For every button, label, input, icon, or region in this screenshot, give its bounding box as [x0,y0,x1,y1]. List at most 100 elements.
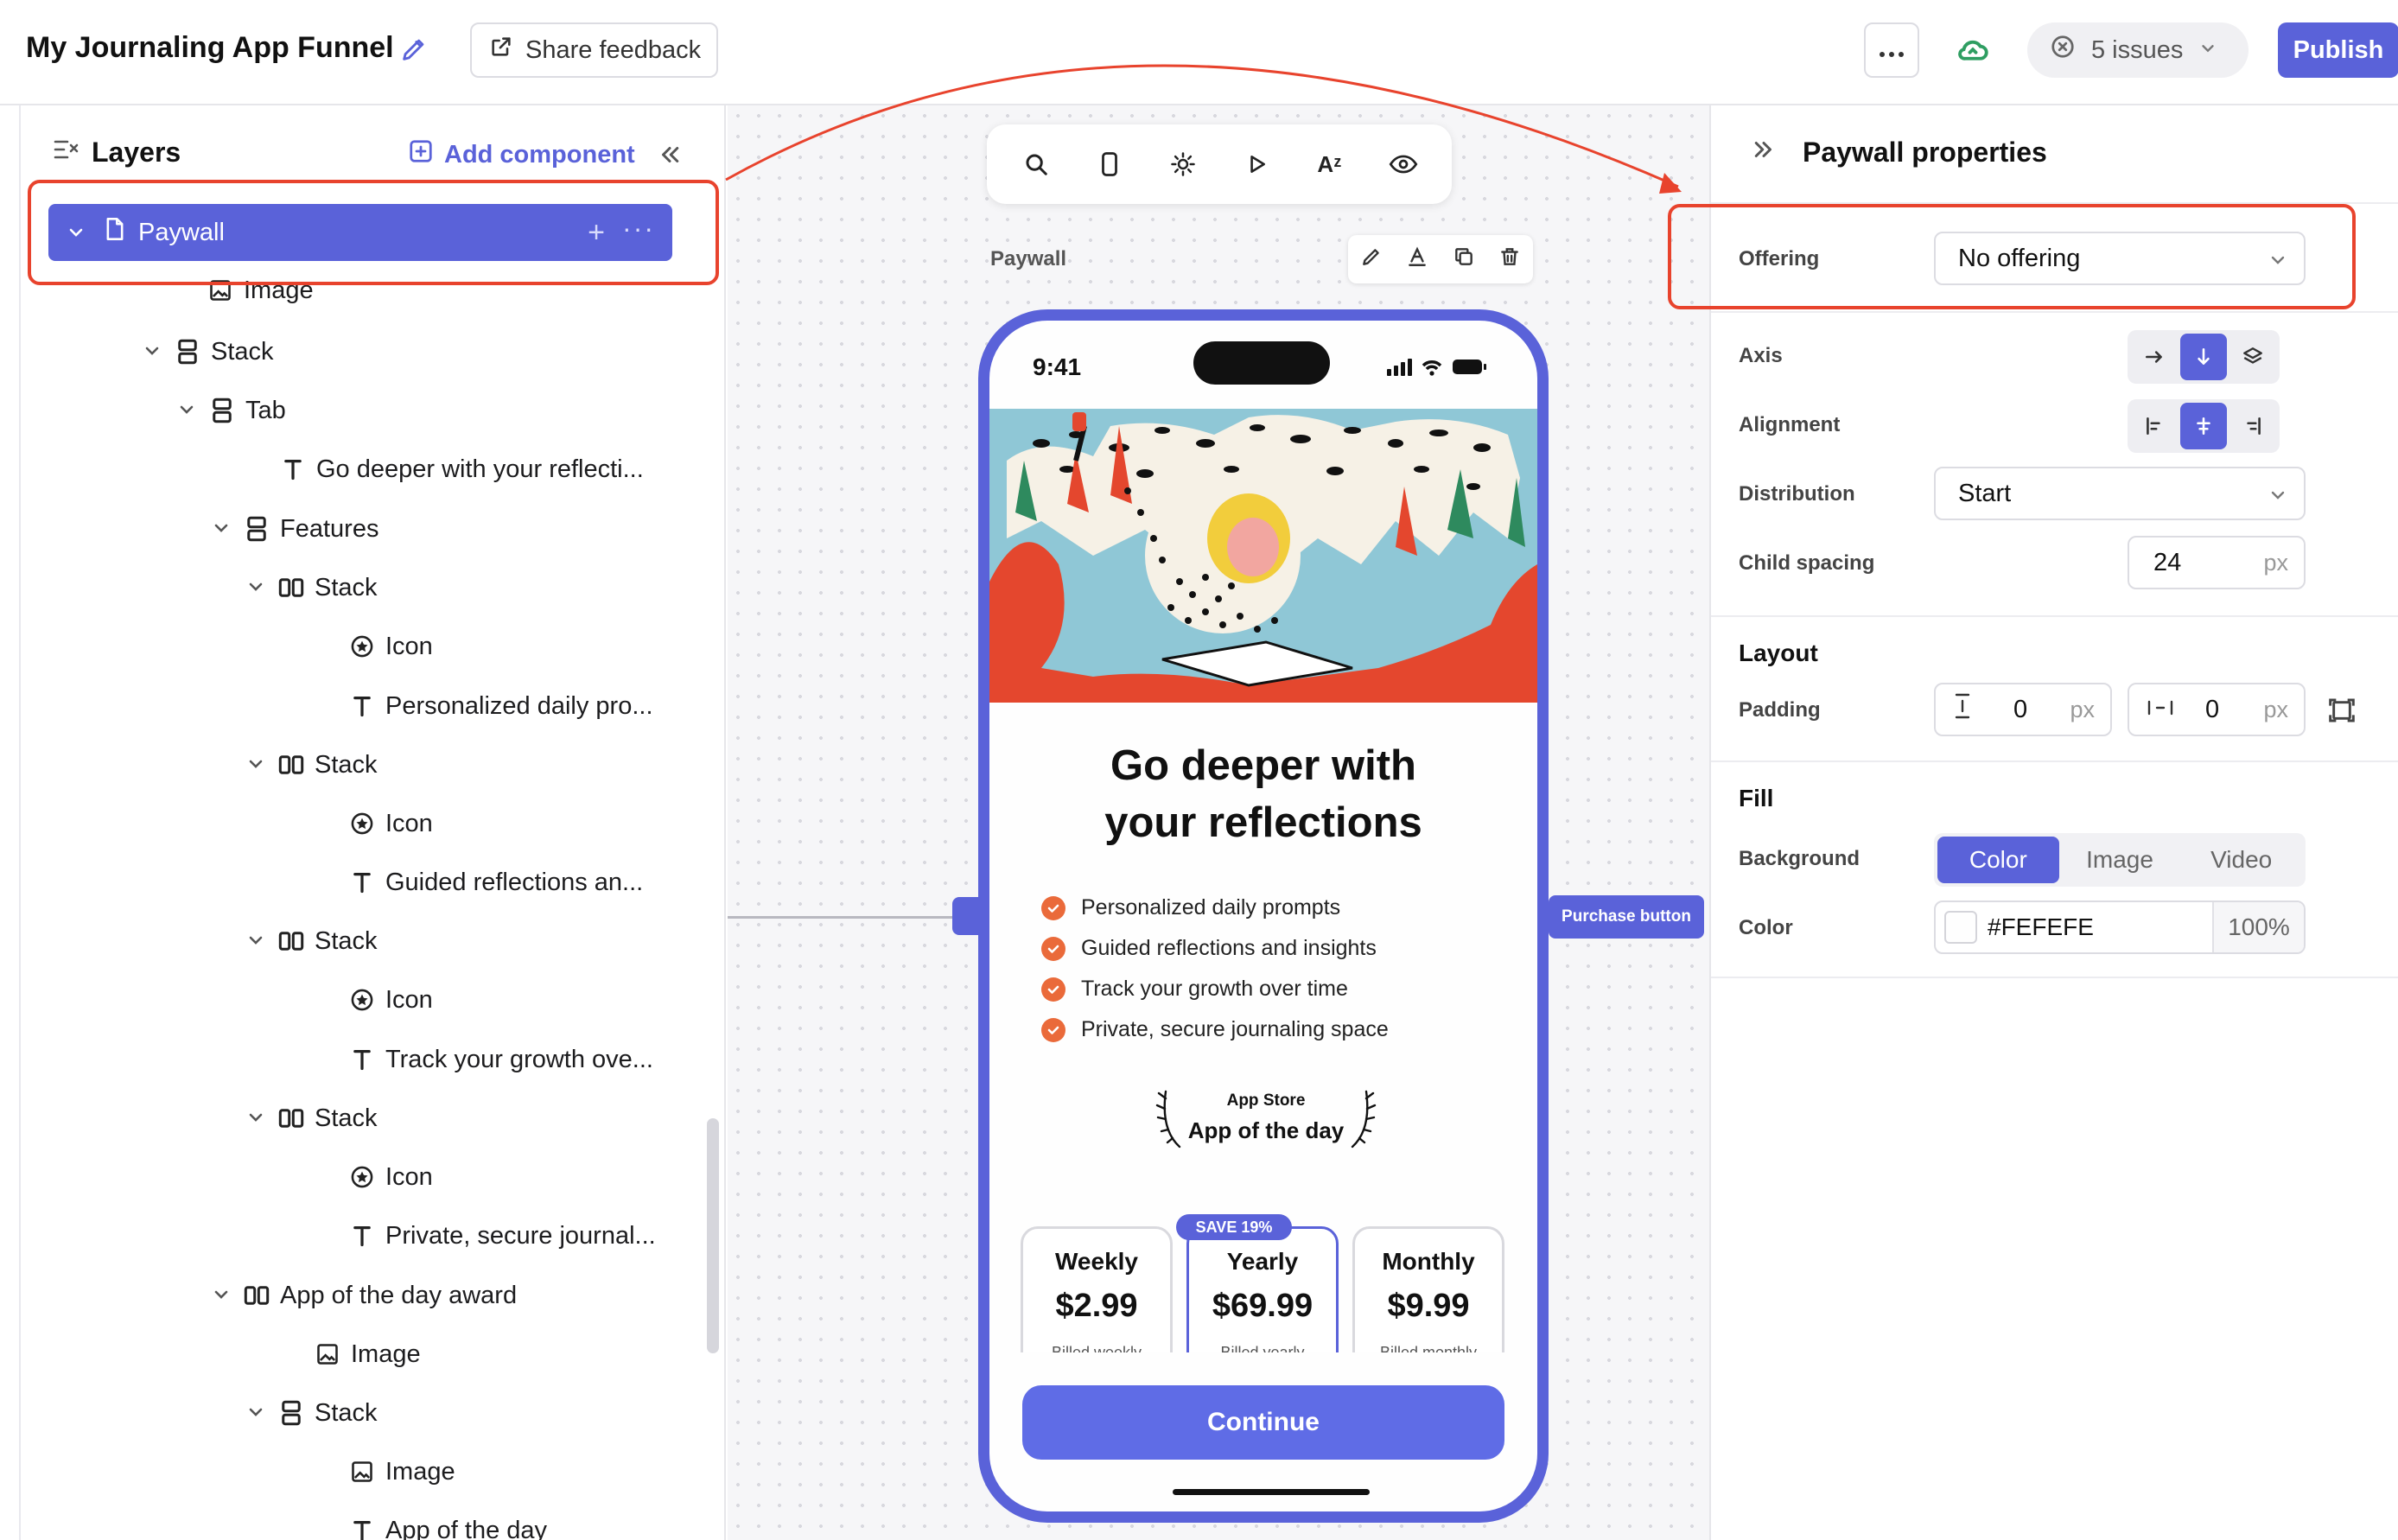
layers-stack-icon[interactable] [2230,334,2276,380]
layer-row[interactable]: Stack [245,1092,378,1144]
add-child-icon[interactable]: + [588,216,605,250]
chevron-down-icon[interactable] [142,340,164,363]
child-spacing-value: 24 [2153,548,2182,576]
collapse-left-icon[interactable] [657,142,683,168]
device-icon[interactable] [1091,145,1129,183]
add-component-button[interactable]: Add component [408,138,635,171]
cloud-sync-icon[interactable] [1955,33,1991,69]
background-type-tabs: Color Image Video [1934,833,2306,887]
chevron-down-icon[interactable] [245,1107,268,1130]
layers-panel: Layers Add component Paywall + ··· Image… [0,105,726,1540]
arrow-down-icon[interactable] [2180,334,2227,380]
fill-section-title: Fill [1739,785,1774,811]
layer-row[interactable]: Go deeper with your reflecti... [280,443,644,495]
layer-row[interactable]: Image [349,1446,455,1498]
layer-row[interactable]: Features [211,503,378,555]
error-circle-icon [2050,34,2076,67]
divider [1711,760,2398,762]
laurel-icon [1344,1086,1378,1150]
layer-row[interactable]: Track your growth ove... [349,1034,653,1085]
padding-label: Padding [1739,698,1821,722]
more-options-button[interactable] [1864,22,1919,78]
tab-video[interactable]: Video [2180,837,2302,883]
localization-icon[interactable]: Aᶻ [1311,145,1349,183]
offering-label: Offering [1739,247,1820,270]
purchase-button-tag[interactable]: Purchase button [1549,895,1704,939]
expand-right-icon[interactable] [1751,137,1777,169]
layer-row[interactable]: Icon [349,798,433,850]
distribution-select[interactable]: Start [1934,467,2306,520]
layer-row[interactable]: Tab [176,385,286,436]
chevron-down-icon[interactable] [176,399,199,422]
hstack-icon [278,1105,304,1131]
layer-row[interactable]: Icon [349,974,433,1026]
phone-preview[interactable]: 9:41 Go deeper with your reflections Per… [978,309,1549,1523]
layer-row[interactable]: Stack [142,326,274,378]
text-style-icon[interactable] [1406,245,1428,274]
sun-icon[interactable] [1164,145,1202,183]
continue-button[interactable]: Continue [1022,1385,1504,1460]
layer-label: Private, secure journal... [385,1221,656,1250]
color-opacity[interactable]: 100% [2212,902,2304,952]
chevron-down-icon[interactable] [48,222,104,243]
share-feedback-button[interactable]: Share feedback [470,22,718,78]
align-start-icon[interactable] [2131,403,2177,449]
chevron-down-icon[interactable] [211,518,233,540]
top-bar: My Journaling App Funnel Share feedback … [0,0,2398,105]
publish-button[interactable]: Publish [2278,22,2398,78]
tab-image[interactable]: Image [2059,837,2181,883]
padding-vertical-input[interactable]: 0 px [1934,683,2112,736]
headline-line-1: Go deeper with [1110,742,1416,789]
chevron-down-icon[interactable] [245,576,268,599]
text-icon [349,869,375,895]
feature-item: Personalized daily prompts [1041,888,1389,928]
ellipsis-icon [1879,36,1905,64]
layer-row[interactable]: Stack [245,562,378,614]
eye-icon[interactable] [1384,145,1422,183]
trash-icon[interactable] [1498,245,1521,274]
padding-horizontal-input[interactable]: 0 px [2128,683,2306,736]
ellipsis-icon[interactable]: ··· [622,213,655,245]
color-input[interactable]: #FEFEFE 100% [1934,900,2306,954]
arrow-right-icon[interactable] [2131,334,2177,380]
layer-row[interactable]: Stack [245,1387,378,1439]
issues-button[interactable]: 5 issues [2027,22,2249,78]
padding-expand-icon[interactable] [2328,697,2356,730]
play-icon[interactable] [1237,145,1275,183]
chevron-down-icon[interactable] [211,1284,233,1307]
layer-row[interactable]: Image [315,1328,421,1380]
image-icon [315,1341,340,1367]
layer-row[interactable]: Stack [245,739,378,791]
tab-color[interactable]: Color [1937,837,2059,883]
layer-label: Icon [385,809,433,837]
layer-row[interactable]: App of the day award [211,1270,517,1321]
align-center-icon[interactable] [2180,403,2227,449]
text-icon [349,693,375,719]
layer-row[interactable]: Stack [245,915,378,967]
layer-row[interactable]: Personalized daily pro... [349,680,653,732]
duplicate-icon[interactable] [1453,245,1475,274]
layer-row-paywall[interactable]: Paywall + ··· [48,204,672,261]
layer-row[interactable]: Icon [349,620,433,672]
chevron-down-icon[interactable] [245,754,268,776]
align-end-icon[interactable] [2230,403,2276,449]
chevron-down-icon[interactable] [245,930,268,952]
layer-label: Features [280,514,379,543]
layer-row[interactable]: Guided reflections an... [349,856,643,908]
search-icon[interactable] [1017,145,1055,183]
offering-select[interactable]: No offering [1934,232,2306,285]
layer-row[interactable]: App of the day [349,1505,547,1540]
chevron-down-icon[interactable] [245,1402,268,1424]
pencil-icon[interactable] [1360,245,1383,274]
child-spacing-input[interactable]: 24 px [2128,536,2306,589]
layer-row[interactable]: Image [207,264,314,316]
star-icon [349,633,375,659]
layer-row[interactable]: Private, secure journal... [349,1210,656,1262]
plan-name: Yearly [1226,1248,1299,1275]
issues-label: 5 issues [2091,35,2184,64]
canvas[interactable]: Aᶻ Paywall 9:41 Go deeper with your refl… [728,105,1709,1540]
scrollbar[interactable] [707,1118,719,1353]
color-swatch[interactable] [1944,911,1977,944]
layer-row[interactable]: Icon [349,1151,433,1203]
pencil-icon[interactable] [399,35,429,64]
